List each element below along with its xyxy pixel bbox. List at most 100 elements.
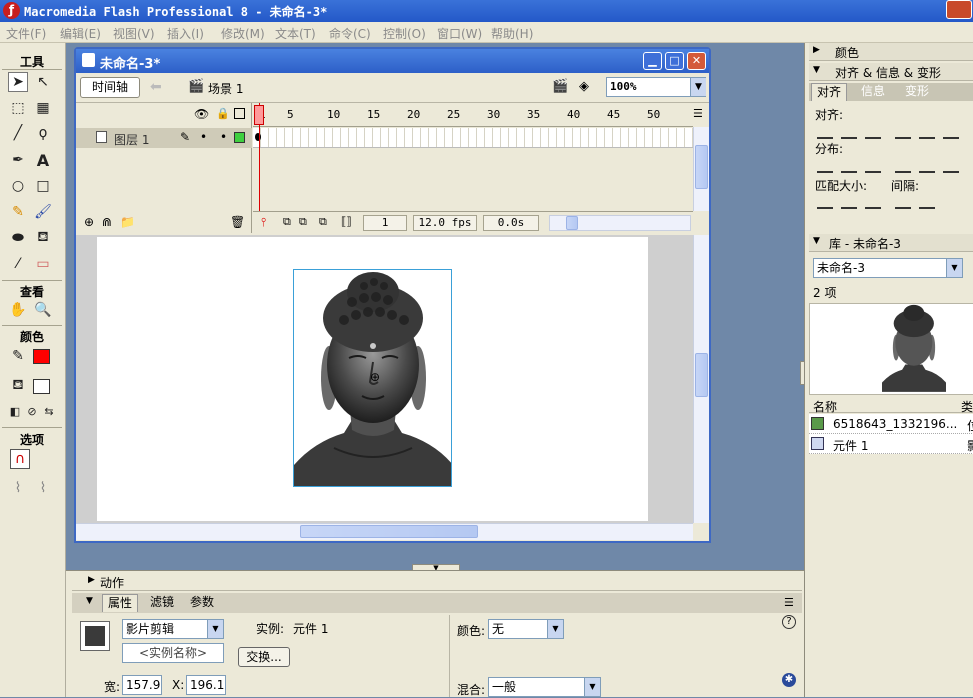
timeline-horizontal-scrollbar[interactable] <box>549 215 691 231</box>
distribute-bottom-icon[interactable] <box>865 159 881 173</box>
ink-bottle-tool-icon[interactable]: ⬬ <box>8 228 28 248</box>
space-vertical-icon[interactable] <box>895 195 911 209</box>
align-center-icon[interactable] <box>841 125 857 139</box>
edit-symbol-icon[interactable]: ◈ <box>579 79 589 94</box>
color-effect-select[interactable]: 无 ▼ <box>488 619 564 639</box>
close-button[interactable]: ✕ <box>687 52 706 70</box>
back-arrow-icon[interactable]: ⬅ <box>150 79 162 95</box>
eraser-tool-icon[interactable]: ▭ <box>33 254 53 274</box>
swap-button[interactable]: 交换... <box>238 647 290 667</box>
match-width-icon[interactable] <box>817 195 833 209</box>
chevron-down-icon[interactable]: ▼ <box>690 78 706 96</box>
maximize-button[interactable]: □ <box>665 52 684 70</box>
chevron-down-icon[interactable]: ▼ <box>584 678 600 696</box>
straighten-icon[interactable]: ⌇ <box>33 478 53 498</box>
timeline-menu-icon[interactable]: ☰ <box>693 107 703 120</box>
instance-name-input[interactable]: <实例名称> <box>122 643 224 663</box>
timeline-toggle-button[interactable]: 时间轴 <box>80 77 140 98</box>
tab-filters[interactable]: 滤镜 <box>146 594 178 612</box>
eye-icon[interactable]: 👁 <box>194 107 209 121</box>
stage-horizontal-scrollbar[interactable] <box>76 523 693 540</box>
width-input[interactable]: 157.9 <box>122 675 162 695</box>
layer-outline-color[interactable] <box>234 132 245 143</box>
library-item[interactable]: 6518643_1332196... 位 <box>809 414 973 434</box>
distribute-left-icon[interactable] <box>895 159 911 173</box>
library-panel-header[interactable]: ▼ 库 - 未命名-3 <box>809 234 973 252</box>
col-name-header[interactable]: 名称 <box>813 398 837 415</box>
menu-insert[interactable]: 插入(I) <box>167 25 204 42</box>
match-height-icon[interactable] <box>841 195 857 209</box>
align-panel-header[interactable]: ▼ 对齐 & 信息 & 变形 <box>809 63 973 81</box>
color-panel-header[interactable]: ▶ 颜色 <box>809 43 973 61</box>
help-icon[interactable]: ? <box>782 615 796 629</box>
stage[interactable]: ⊕ <box>97 237 648 521</box>
delete-layer-icon[interactable]: 🗑 <box>230 215 245 229</box>
text-tool-icon[interactable]: A <box>33 150 53 170</box>
menu-file[interactable]: 文件(F) <box>6 25 46 42</box>
match-both-icon[interactable] <box>865 195 881 209</box>
dock-collapse-handle[interactable] <box>800 361 805 385</box>
brush-tool-icon[interactable]: 🖌 <box>33 202 53 222</box>
frame-ruler[interactable]: 1 5 10 15 20 25 30 35 40 45 50 <box>253 103 693 127</box>
tab-parameters[interactable]: 参数 <box>186 594 218 612</box>
edit-multiple-icon[interactable]: ⧉ <box>319 215 327 229</box>
library-document-select[interactable]: 未命名-3 ▼ <box>813 258 963 278</box>
smooth-icon[interactable]: ⌇ <box>8 478 28 498</box>
menu-commands[interactable]: 命令(C) <box>329 25 371 42</box>
lock-icon[interactable]: 🔒 <box>216 107 230 120</box>
menu-edit[interactable]: 编辑(E) <box>60 25 101 42</box>
chevron-down-icon[interactable]: ▼ <box>207 620 223 638</box>
accessibility-icon[interactable]: ✱ <box>782 673 796 687</box>
align-bottom-icon[interactable] <box>943 125 959 139</box>
align-middle-icon[interactable] <box>919 125 935 139</box>
gradient-transform-tool-icon[interactable]: ▦ <box>33 98 53 118</box>
align-left-icon[interactable] <box>817 125 833 139</box>
scroll-thumb[interactable] <box>300 525 478 538</box>
hand-tool-icon[interactable]: ✋ <box>8 300 28 320</box>
blend-mode-select[interactable]: 一般 ▼ <box>488 677 601 697</box>
distribute-right-icon[interactable] <box>943 159 959 173</box>
pencil-tool-icon[interactable]: ✎ <box>8 202 28 222</box>
stage-vertical-scrollbar[interactable] <box>693 235 709 523</box>
zoom-tool-icon[interactable]: 🔍 <box>33 300 53 320</box>
tab-align[interactable]: 对齐 <box>811 83 847 101</box>
oval-tool-icon[interactable]: ○ <box>8 176 28 196</box>
paint-bucket-tool-icon[interactable]: ⛾ <box>33 228 53 248</box>
timeline-vertical-scrollbar[interactable] <box>693 127 709 211</box>
modify-markers-icon[interactable]: ⟦⟧ <box>341 215 352 228</box>
add-guide-layer-icon[interactable]: ⋒ <box>102 215 112 229</box>
layer-row[interactable]: 图层 1 ✎ • • <box>76 128 252 148</box>
menu-window[interactable]: 窗口(W) <box>437 25 482 42</box>
menu-modify[interactable]: 修改(M) <box>221 25 265 42</box>
stroke-color-swatch[interactable] <box>33 349 50 364</box>
app-close-button[interactable] <box>946 0 972 19</box>
outline-icon[interactable] <box>234 108 245 119</box>
fill-color-swatch[interactable] <box>33 379 50 394</box>
zoom-select[interactable]: 100% ▼ <box>606 77 706 97</box>
onion-skin-icon[interactable]: ⧉ <box>283 215 291 229</box>
add-folder-icon[interactable]: 📁 <box>120 215 135 229</box>
scroll-thumb[interactable] <box>695 353 708 397</box>
onion-outline-icon[interactable]: ⧉ <box>299 215 307 229</box>
playhead-handle[interactable] <box>254 105 264 125</box>
tab-transform[interactable]: 变形 <box>899 83 935 101</box>
frame-rate[interactable]: 12.0 fps <box>413 215 477 231</box>
symbol-instance[interactable]: ⊕ <box>293 269 452 487</box>
panel-menu-icon[interactable]: ☰ <box>784 596 794 609</box>
rectangle-tool-icon[interactable]: □ <box>33 176 53 196</box>
menu-help[interactable]: 帮助(H) <box>491 25 533 42</box>
add-layer-icon[interactable]: ⊕ <box>84 215 94 229</box>
x-input[interactable]: 196.1 <box>186 675 226 695</box>
space-horizontal-icon[interactable] <box>919 195 935 209</box>
menu-view[interactable]: 视图(V) <box>113 25 155 42</box>
distribute-hcenter-icon[interactable] <box>919 159 935 173</box>
library-item[interactable]: 元件 1 影 <box>809 434 973 454</box>
minimize-button[interactable]: ▁ <box>643 52 662 70</box>
swap-colors-icon[interactable]: ⇆ <box>39 401 59 421</box>
align-right-icon[interactable] <box>865 125 881 139</box>
chevron-down-icon[interactable]: ▼ <box>946 259 962 277</box>
free-transform-tool-icon[interactable]: ⬚ <box>8 98 28 118</box>
eyedropper-tool-icon[interactable]: ⁄ <box>8 254 28 274</box>
menu-text[interactable]: 文本(T) <box>275 25 316 42</box>
lasso-tool-icon[interactable]: ϙ <box>33 123 53 143</box>
